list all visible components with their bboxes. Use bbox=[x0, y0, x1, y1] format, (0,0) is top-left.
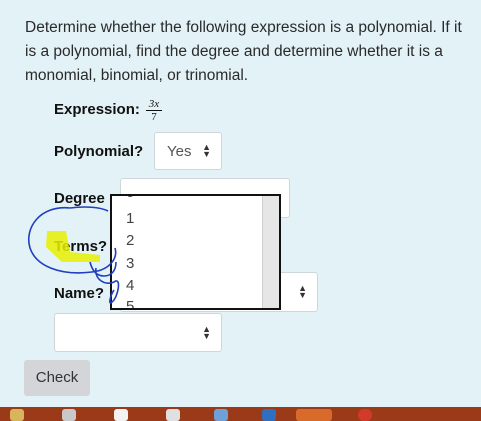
app-icon[interactable] bbox=[214, 409, 228, 421]
degree-option[interactable]: 3 bbox=[126, 255, 134, 272]
polynomial-selected-value: Yes bbox=[167, 143, 192, 160]
degree-label: Degree bbox=[54, 190, 105, 207]
fraction-denominator: 7 bbox=[151, 111, 157, 123]
expression-label: Expression: bbox=[54, 101, 140, 118]
select-arrows-icon: ▲ ▼ bbox=[298, 283, 307, 300]
name-label: Name? bbox=[54, 285, 105, 302]
extra-select[interactable]: ▲ ▼ bbox=[54, 313, 222, 352]
degree-option[interactable]: 1 bbox=[126, 210, 134, 227]
terms-label: Terms? bbox=[54, 238, 108, 255]
degree-option[interactable]: 2 bbox=[126, 232, 134, 249]
select-arrows-icon: ▲ ▼ bbox=[202, 323, 211, 341]
app-icon[interactable] bbox=[262, 409, 276, 421]
active-app-icon[interactable] bbox=[296, 409, 332, 421]
polynomial-label: Polynomial? bbox=[54, 143, 144, 160]
degree-option[interactable]: 0 bbox=[126, 196, 134, 201]
degree-option[interactable]: 4 bbox=[126, 277, 134, 294]
polynomial-select[interactable]: Yes ▲ ▼ bbox=[154, 132, 222, 170]
app-icon[interactable] bbox=[358, 409, 372, 421]
folder-icon[interactable] bbox=[10, 409, 24, 421]
question-text: Determine whether the following expressi… bbox=[25, 19, 462, 84]
app-icon[interactable] bbox=[166, 409, 180, 421]
app-icon[interactable] bbox=[62, 409, 76, 421]
expression-fraction: 3x 7 bbox=[146, 98, 162, 123]
degree-option[interactable]: 5 bbox=[126, 298, 134, 308]
degree-dropdown-list[interactable]: 0 1 2 3 4 5 bbox=[110, 194, 281, 310]
select-arrows-icon: ▲ ▼ bbox=[202, 142, 211, 159]
dropdown-scrollbar[interactable] bbox=[262, 196, 279, 308]
fraction-numerator: 3x bbox=[146, 98, 162, 111]
check-button[interactable]: Check bbox=[24, 360, 90, 396]
app-icon[interactable] bbox=[114, 409, 128, 421]
